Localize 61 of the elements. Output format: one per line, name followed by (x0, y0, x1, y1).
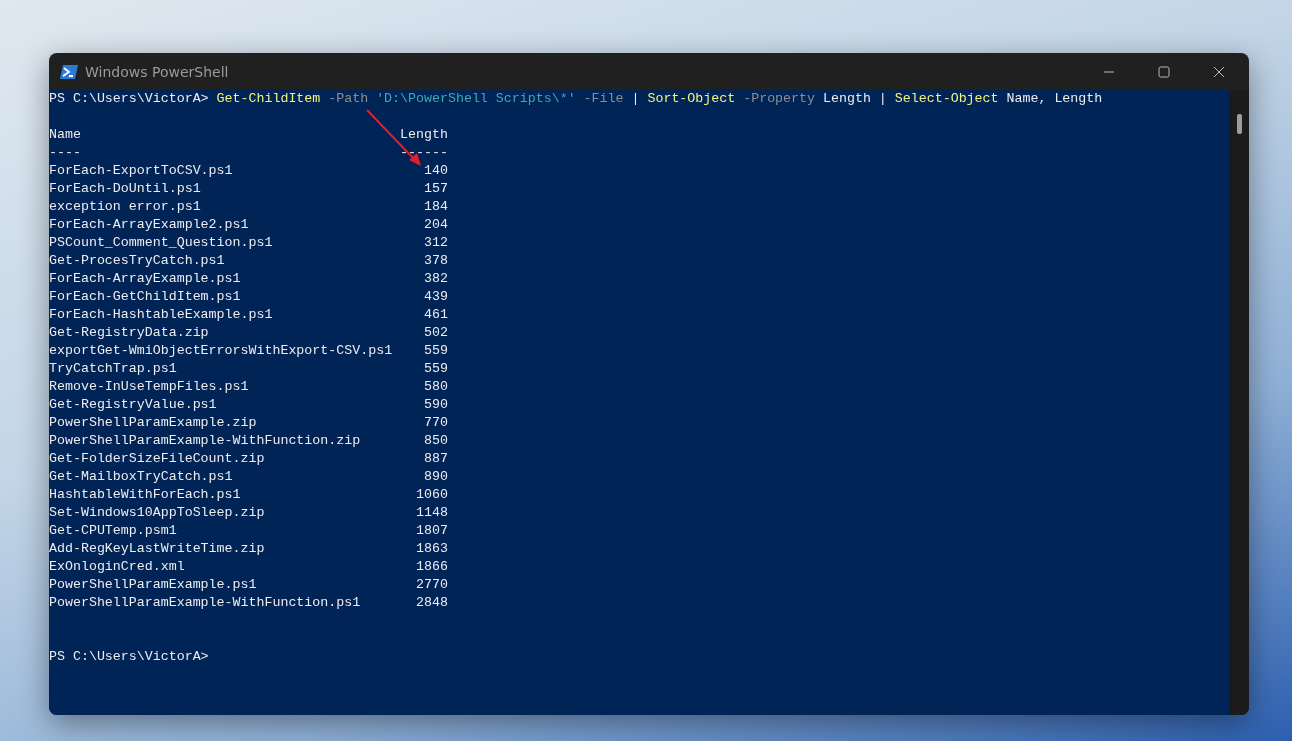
file-name: Add-RegKeyLastWriteTime.zip (49, 540, 266, 558)
file-name: Get-RegistryData.zip (49, 324, 210, 342)
file-length: 1060 (415, 486, 448, 504)
file-name: Get-FolderSizeFileCount.zip (49, 450, 266, 468)
powershell-icon (59, 63, 79, 80)
file-length: 157 (423, 180, 448, 198)
prompt-line: PS C:\Users\VictorA> (49, 649, 209, 664)
file-length: 890 (423, 468, 448, 486)
command-line: PS C:\Users\VictorA> Get-ChildItem -Path 'D:\PowerShell Scripts\*' -File | Sort-Object -Property Length | Select-Object Name, Length (49, 90, 1104, 108)
file-length: 580 (423, 378, 448, 396)
file-length: 184 (423, 198, 448, 216)
file-name: Get-CPUTemp.psm1 (49, 522, 178, 540)
file-name: PowerShellParamExample-WithFunction.ps1 (49, 594, 362, 612)
file-name: exportGet-WmiObjectErrorsWithExport-CSV.ps1 (49, 342, 394, 360)
file-length: 461 (423, 306, 448, 324)
file-length: 770 (423, 414, 448, 432)
file-name: ForEach-DoUntil.ps1 (49, 180, 202, 198)
file-name: Get-ProcesTryCatch.ps1 (49, 252, 226, 270)
file-length: 559 (423, 360, 448, 378)
close-icon[interactable] (1213, 65, 1225, 78)
file-name: Set-Windows10AppToSleep.zip (49, 504, 266, 522)
file-name: PowerShellParamExample-WithFunction.zip (49, 432, 362, 450)
file-length: 887 (423, 450, 448, 468)
file-length: 1866 (415, 558, 448, 576)
window-title: Windows PowerShell (85, 63, 229, 80)
maximize-icon[interactable] (1158, 65, 1170, 78)
file-length: 382 (423, 270, 448, 288)
file-name: PowerShellParamExample.zip (49, 414, 258, 432)
column-header: Name (49, 126, 82, 144)
file-name: PowerShellParamExample.ps1 (49, 576, 258, 594)
file-length: 1807 (415, 522, 448, 540)
file-name: PSCount_Comment_Question.ps1 (49, 234, 274, 252)
file-name: ForEach-GetChildItem.ps1 (49, 288, 242, 306)
file-length: 378 (423, 252, 448, 270)
file-length: 140 (423, 162, 448, 180)
file-name: ExOnloginCred.xml (49, 558, 186, 576)
file-length: 2770 (415, 576, 448, 594)
file-length: 590 (423, 396, 448, 414)
file-name: ForEach-ArrayExample.ps1 (49, 270, 242, 288)
column-header: Length (400, 126, 448, 144)
file-name: Get-RegistryValue.ps1 (49, 396, 218, 414)
file-length: 312 (423, 234, 448, 252)
file-length: 559 (423, 342, 448, 360)
scrollbar-thumb[interactable] (1236, 114, 1242, 134)
file-length: 1863 (415, 540, 448, 558)
file-length: 204 (423, 216, 448, 234)
file-name: ForEach-ExportToCSV.ps1 (49, 162, 234, 180)
file-name: ForEach-ArrayExample2.ps1 (49, 216, 250, 234)
file-name: Get-MailboxTryCatch.ps1 (49, 468, 234, 486)
file-length: 1148 (415, 504, 448, 522)
file-name: exception error.ps1 (49, 198, 202, 216)
header-rule: ---- (49, 144, 82, 162)
file-length: 502 (423, 324, 448, 342)
file-length: 850 (423, 432, 448, 450)
file-name: TryCatchTrap.ps1 (49, 360, 178, 378)
file-name: Remove-InUseTempFiles.ps1 (49, 378, 250, 396)
file-length: 2848 (415, 594, 448, 612)
file-length: 439 (423, 288, 448, 306)
file-name: HashtableWithForEach.ps1 (49, 486, 242, 504)
file-name: ForEach-HashtableExample.ps1 (49, 306, 274, 324)
header-rule: ------ (400, 144, 448, 162)
